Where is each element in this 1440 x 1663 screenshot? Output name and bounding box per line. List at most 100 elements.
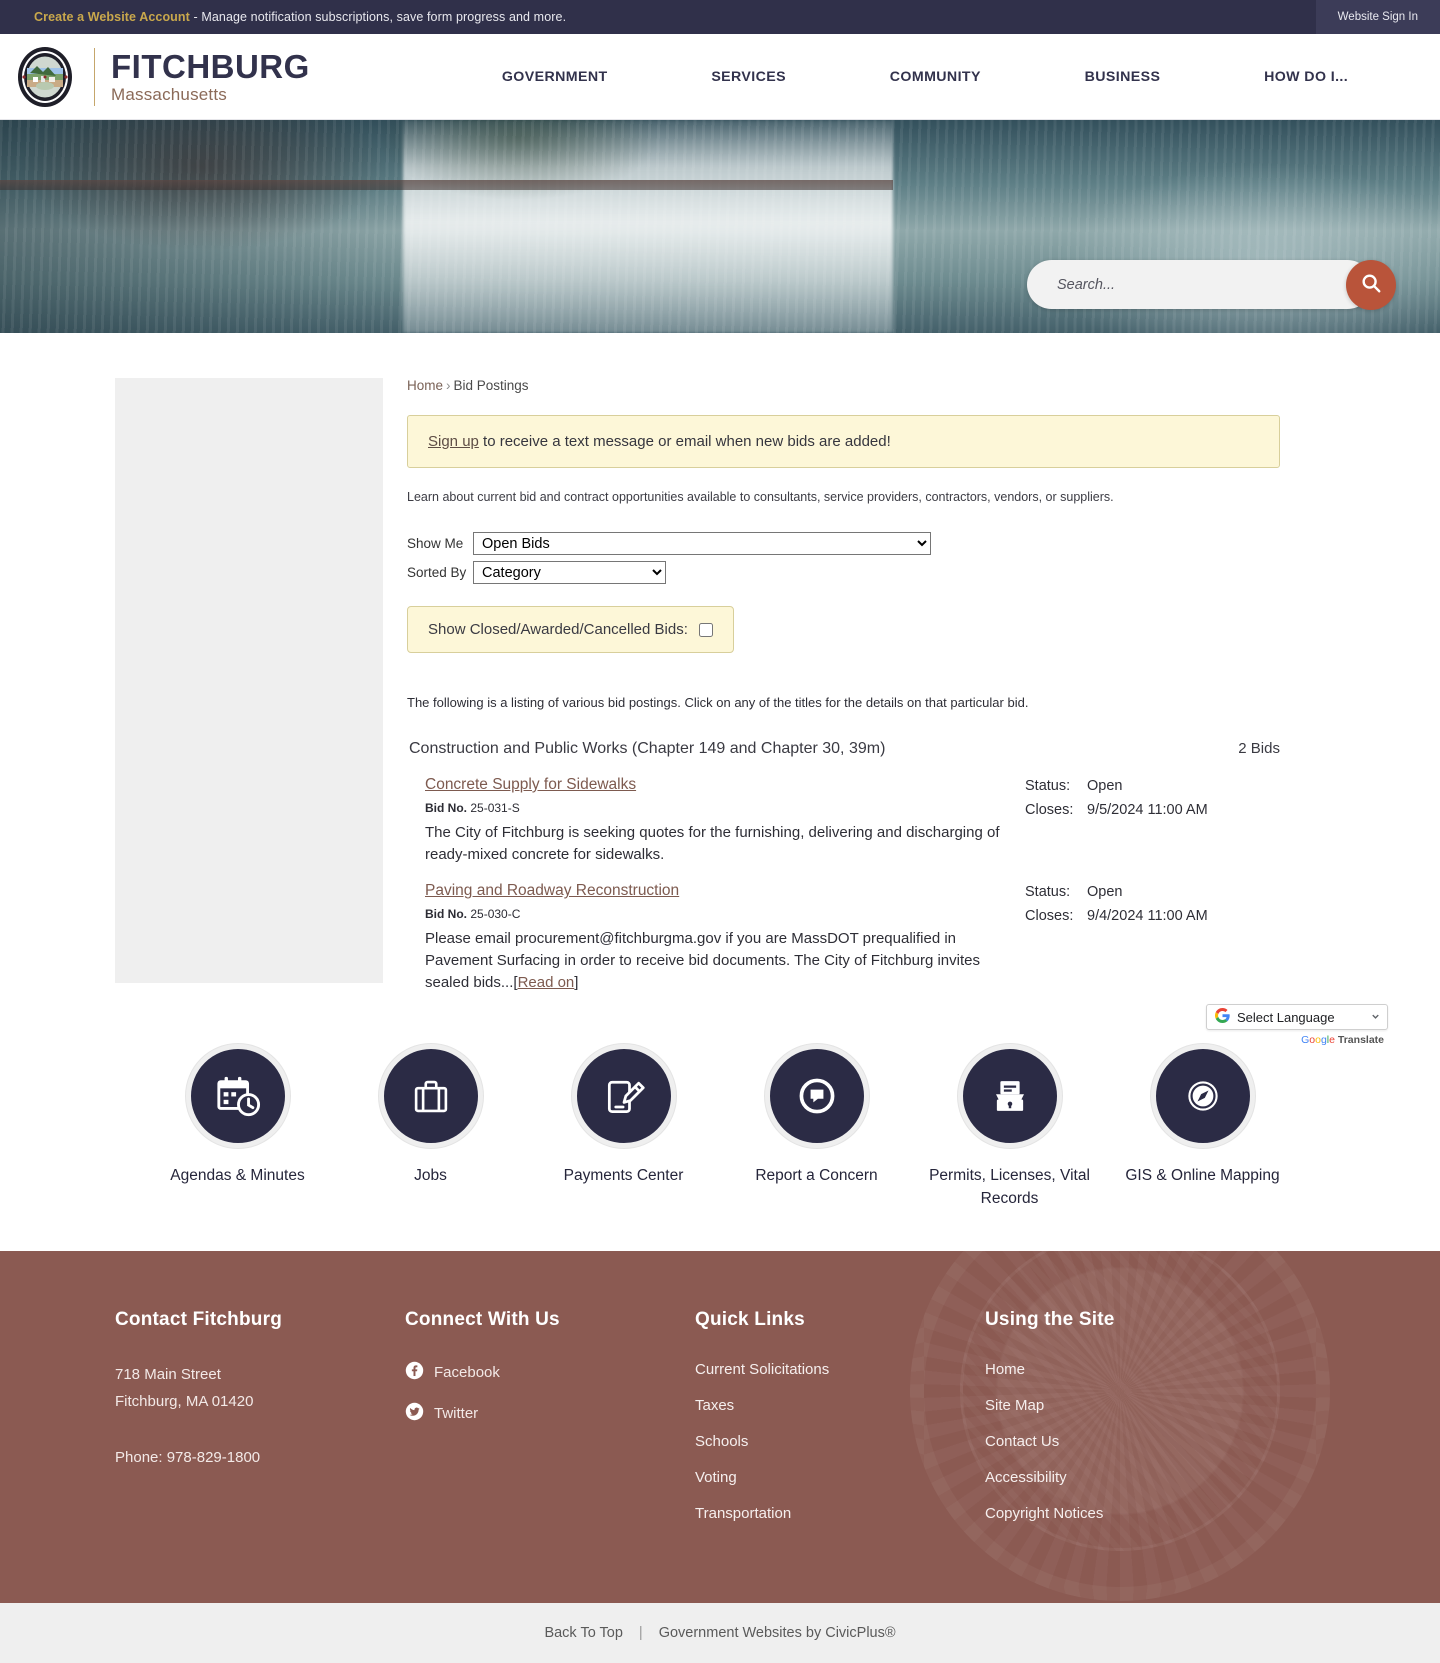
- footer-contact-heading: Contact Fitchburg: [115, 1308, 282, 1330]
- show-closed-bids-label: Show Closed/Awarded/Cancelled Bids:: [428, 621, 688, 638]
- bid-number-label: Bid No.: [425, 907, 467, 922]
- quick-link-report-a-concern[interactable]: Report a Concern: [720, 1044, 913, 1211]
- brand-subtitle: Massachusetts: [111, 85, 227, 104]
- bid-title-link[interactable]: Paving and Roadway Reconstruction: [425, 882, 679, 900]
- select-language-dropdown[interactable]: Select Language: [1206, 1004, 1388, 1031]
- quick-link-agendas-minutes[interactable]: Agendas & Minutes: [141, 1044, 334, 1211]
- chevron-down-icon: [1370, 1010, 1381, 1025]
- footer-link-accessibility[interactable]: Accessibility: [985, 1469, 1285, 1486]
- bid-category-name: Construction and Public Works (Chapter 1…: [409, 740, 886, 757]
- nav-item-government[interactable]: GOVERNMENT: [502, 69, 608, 85]
- back-to-top-link[interactable]: Back To Top: [544, 1625, 622, 1641]
- bid-number: Bid No. 25-031-S: [425, 801, 1025, 815]
- footer-connect-column: Connect With Us Facebook Twitter: [405, 1309, 695, 1541]
- google-translate-widget: Select Language Google Translate: [1206, 1004, 1388, 1046]
- mobile-payment-icon: [571, 1044, 676, 1149]
- hero-banner: [0, 120, 1440, 333]
- breadcrumb-separator: ›: [446, 378, 451, 393]
- bid-closes-value: 9/5/2024 11:00 AM: [1087, 802, 1208, 818]
- create-account-link[interactable]: Create a Website Account: [34, 10, 190, 24]
- search-icon: [1360, 272, 1382, 297]
- footer-link-site-map[interactable]: Site Map: [985, 1397, 1285, 1414]
- quick-link-permits-licenses-vital-records[interactable]: Permits, Licenses, Vital Records: [913, 1044, 1106, 1211]
- speech-bubble-icon: [764, 1044, 869, 1149]
- footer-address-line1: 718 Main Street: [115, 1365, 221, 1383]
- footer-link-taxes[interactable]: Taxes: [695, 1397, 985, 1414]
- bid-status-value: Open: [1087, 778, 1123, 794]
- quick-link-payments-center[interactable]: Payments Center: [527, 1044, 720, 1211]
- bid-closes-value: 9/4/2024 11:00 AM: [1087, 908, 1208, 925]
- quick-link-label: Jobs: [414, 1167, 447, 1185]
- nav-item-how-do-i[interactable]: HOW DO I...: [1264, 69, 1348, 85]
- hero-railing-decoration: [0, 179, 893, 190]
- website-signin-button[interactable]: Website Sign In: [1315, 0, 1440, 34]
- footer-phone: Phone: 978-829-1800: [115, 1449, 261, 1467]
- footer-link-current-solicitations[interactable]: Current Solicitations: [695, 1361, 985, 1378]
- footer-twitter-link[interactable]: Twitter: [405, 1402, 695, 1425]
- bid-title-link[interactable]: Concrete Supply for Sidewalks: [425, 776, 636, 794]
- nav-item-business[interactable]: BUSINESS: [1085, 69, 1161, 85]
- bid-closes-label: Closes:: [1025, 908, 1074, 925]
- quick-link-jobs[interactable]: Jobs: [334, 1044, 527, 1211]
- google-g-icon: [1215, 1008, 1230, 1026]
- utility-bar-subtext: - Manage notification subscriptions, sav…: [189, 10, 567, 24]
- signup-notice-text: to receive a text message or email when …: [478, 433, 891, 450]
- bid-status-value: Open: [1087, 884, 1123, 901]
- bid-closes-label: Closes:: [1025, 802, 1074, 818]
- translate-word: Translate: [1337, 1034, 1384, 1047]
- show-me-select[interactable]: Open Bids: [473, 532, 931, 555]
- quick-link-label: Permits, Licenses, Vital Records: [929, 1167, 1090, 1208]
- nav-item-services[interactable]: SERVICES: [711, 69, 786, 85]
- quick-link-label: Payments Center: [563, 1167, 684, 1185]
- page-body: Home › Bid Postings Sign up to receive a t…: [0, 333, 1440, 1663]
- sorted-by-select[interactable]: Category: [473, 561, 666, 584]
- quick-links-section: Select Language Google Translate Agendas…: [0, 1004, 1440, 1251]
- selected-language-label: Select Language: [1237, 1009, 1335, 1025]
- main-content-column: Home › Bid Postings Sign up to receive a t…: [383, 378, 1440, 1008]
- footer-link-home[interactable]: Home: [985, 1361, 1285, 1378]
- footer-facebook-link[interactable]: Facebook: [405, 1361, 695, 1384]
- city-seal-icon: [14, 46, 76, 108]
- footer-link-transportation[interactable]: Transportation: [695, 1505, 985, 1522]
- utility-bar-message: Create a Website Account - Manage notifi…: [0, 10, 566, 24]
- nav-item-community[interactable]: COMMUNITY: [890, 69, 981, 85]
- quick-link-label: Report a Concern: [755, 1167, 878, 1185]
- breadcrumb-current: Bid Postings: [453, 378, 529, 393]
- intro-paragraph: Learn about current bid and contract opp…: [407, 490, 1114, 504]
- brand-block[interactable]: FITCHBURG Massachusetts: [0, 46, 330, 108]
- site-header: FITCHBURG Massachusetts GOVERNMENT SERVI…: [0, 34, 1440, 120]
- quick-links-grid: Agendas & Minutes Jobs Payments Center R…: [0, 1044, 1440, 1211]
- footer-link-voting[interactable]: Voting: [695, 1469, 985, 1486]
- bid-status-label: Status:: [1025, 778, 1071, 794]
- bid-number-value: 25-031-S: [470, 801, 520, 815]
- show-closed-bids-checkbox[interactable]: [698, 622, 713, 637]
- breadcrumb-home-link[interactable]: Home: [407, 378, 443, 393]
- bid-status-label: Status:: [1025, 884, 1071, 901]
- footer-link-schools[interactable]: Schools: [695, 1433, 985, 1450]
- footer-using-site-heading: Using the Site: [985, 1308, 1115, 1330]
- footer-link-contact-us[interactable]: Contact Us: [985, 1433, 1285, 1450]
- civicplus-credit: Government Websites by CivicPlus®: [658, 1624, 896, 1641]
- signup-link[interactable]: Sign up: [428, 433, 479, 450]
- footer-connect-heading: Connect With Us: [405, 1308, 560, 1330]
- read-on-link[interactable]: Read on: [518, 974, 575, 991]
- site-search: [1027, 259, 1396, 310]
- footer-using-the-site-column: Using the Site Home Site Map Contact Us …: [985, 1309, 1285, 1541]
- search-button[interactable]: [1346, 259, 1396, 310]
- footer-link-copyright-notices[interactable]: Copyright Notices: [985, 1505, 1285, 1522]
- bid-number-value: 25-030-C: [470, 907, 521, 922]
- bid-description: Please email procurement@fitchburgma.gov…: [425, 930, 980, 992]
- bid-number-label: Bid No.: [425, 801, 467, 815]
- compass-icon: [1150, 1044, 1255, 1149]
- calendar-clock-icon: [185, 1044, 290, 1149]
- briefcase-icon: [378, 1044, 483, 1149]
- brand-title: FITCHBURG: [111, 48, 310, 85]
- listing-instructions: The following is a listing of various bi…: [407, 695, 1029, 710]
- quick-link-gis-online-mapping[interactable]: GIS & Online Mapping: [1106, 1044, 1299, 1211]
- footer-quick-links-column: Quick Links Current Solicitations Taxes …: [695, 1309, 985, 1541]
- sorted-by-label: Sorted By: [407, 565, 467, 580]
- search-input[interactable]: [1027, 260, 1372, 309]
- bid-number: Bid No. 25-030-C: [425, 907, 1025, 921]
- twitter-icon: [405, 1402, 424, 1425]
- bid-list-item: Paving and Roadway Reconstruction Bid No…: [407, 882, 1280, 994]
